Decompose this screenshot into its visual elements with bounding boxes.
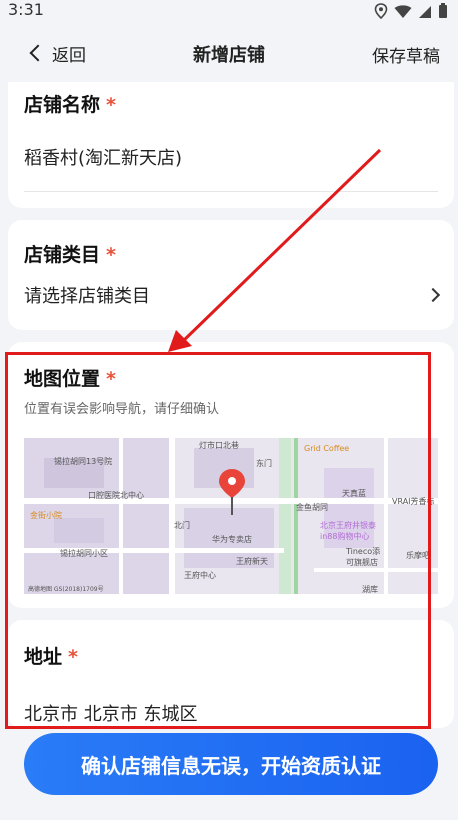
required-mark: * bbox=[106, 244, 116, 266]
store-category-select[interactable]: 请选择店铺类目 bbox=[24, 282, 150, 308]
store-name-card: 店铺名称 * 稻香村(淘汇新天店) bbox=[8, 82, 454, 208]
battery-icon bbox=[438, 3, 448, 23]
status-bar: 3:31 bbox=[0, 0, 458, 24]
chevron-right-icon bbox=[425, 287, 441, 303]
wifi-icon bbox=[394, 4, 412, 23]
location-icon bbox=[374, 3, 388, 23]
required-mark: * bbox=[106, 94, 116, 116]
signal-icon bbox=[418, 4, 432, 23]
store-category-label: 店铺类目 * bbox=[24, 244, 116, 266]
highlight-box bbox=[5, 352, 431, 729]
status-time: 3:31 bbox=[8, 0, 44, 19]
store-name-label: 店铺名称 * bbox=[24, 94, 116, 116]
store-name-input[interactable]: 稻香村(淘汇新天店) bbox=[24, 144, 182, 170]
status-icons bbox=[374, 3, 448, 23]
store-category-card[interactable]: 店铺类目 * 请选择店铺类目 bbox=[8, 220, 454, 330]
divider bbox=[24, 191, 438, 192]
save-draft-button[interactable]: 保存草稿 bbox=[372, 42, 440, 67]
confirm-button[interactable]: 确认店铺信息无误，开始资质认证 bbox=[24, 733, 438, 795]
nav-bar: 返回 新增店铺 保存草稿 bbox=[0, 24, 458, 80]
